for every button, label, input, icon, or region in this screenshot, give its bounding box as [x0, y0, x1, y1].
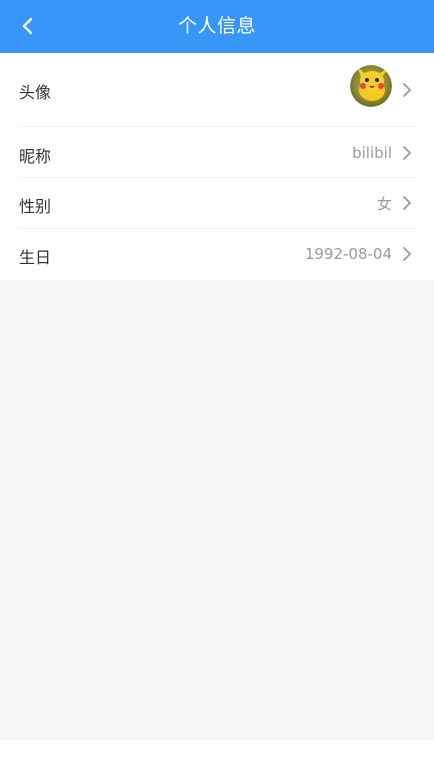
avatar[interactable] — [350, 65, 392, 107]
nickname-row[interactable]: 昵称 bilibil — [0, 127, 434, 178]
chevron-right-icon — [403, 83, 411, 97]
nickname-label: 昵称 — [19, 147, 52, 166]
gender-row[interactable]: 性别 女 — [0, 178, 434, 229]
birthday-value: 1992-08-04 — [304, 245, 392, 263]
birthday-label: 生日 — [19, 248, 52, 267]
birthday-row[interactable]: 生日 1992-08-04 — [0, 229, 434, 280]
gender-value: 女 — [376, 195, 392, 213]
nickname-value: bilibil — [352, 144, 392, 162]
page-background — [0, 280, 434, 740]
avatar-label: 头像 — [19, 83, 52, 102]
avatar-row[interactable]: 头像 — [0, 53, 434, 126]
gender-label: 性别 — [19, 197, 52, 216]
navbar: 个人信息 — [0, 0, 434, 53]
chevron-right-icon — [403, 247, 411, 261]
profile-list: 头像 昵称 bilibil 性别 女 生日 1992-08-04 — [0, 53, 434, 280]
page-title: 个人信息 — [177, 15, 256, 37]
chevron-right-icon — [403, 146, 411, 160]
chevron-right-icon — [403, 196, 411, 210]
